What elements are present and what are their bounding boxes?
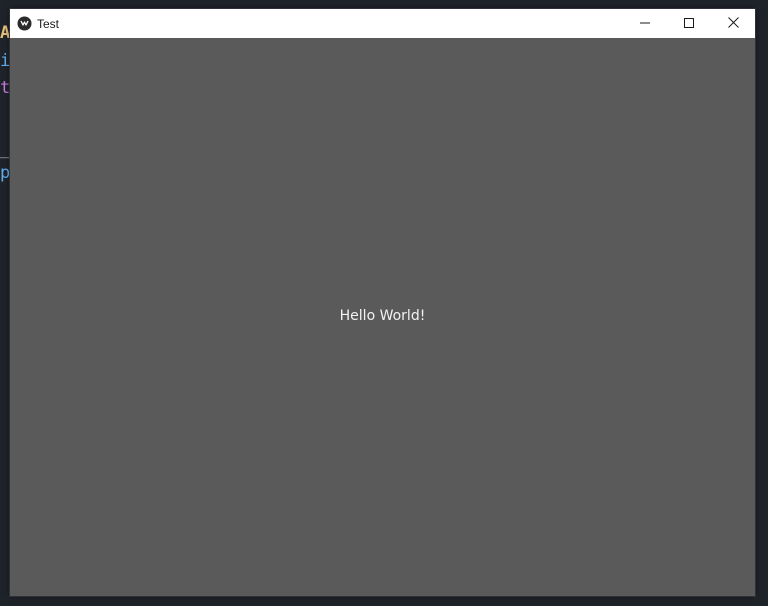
title-bar[interactable]: Test [10, 9, 755, 38]
hello-label: Hello World! [339, 308, 426, 324]
window-controls [623, 9, 755, 38]
window-title: Test [37, 16, 60, 31]
background-editor-glyph: i [0, 51, 11, 71]
desktop: A i t _ p Test Hello World! [0, 0, 768, 606]
minimize-button[interactable] [623, 9, 667, 38]
close-button[interactable] [711, 9, 755, 38]
window-content: Hello World! [10, 38, 755, 596]
background-editor-glyph: t [0, 78, 11, 98]
background-editor-glyph: p [0, 163, 11, 183]
background-editor-glyph: _ [0, 139, 11, 159]
minimize-icon [640, 15, 650, 33]
close-icon [727, 15, 739, 33]
kivy-logo-icon [17, 16, 32, 31]
maximize-button[interactable] [667, 9, 711, 38]
background-editor-glyph: A [0, 23, 11, 43]
maximize-icon [684, 15, 694, 33]
app-window: Test Hello World! [10, 9, 755, 596]
